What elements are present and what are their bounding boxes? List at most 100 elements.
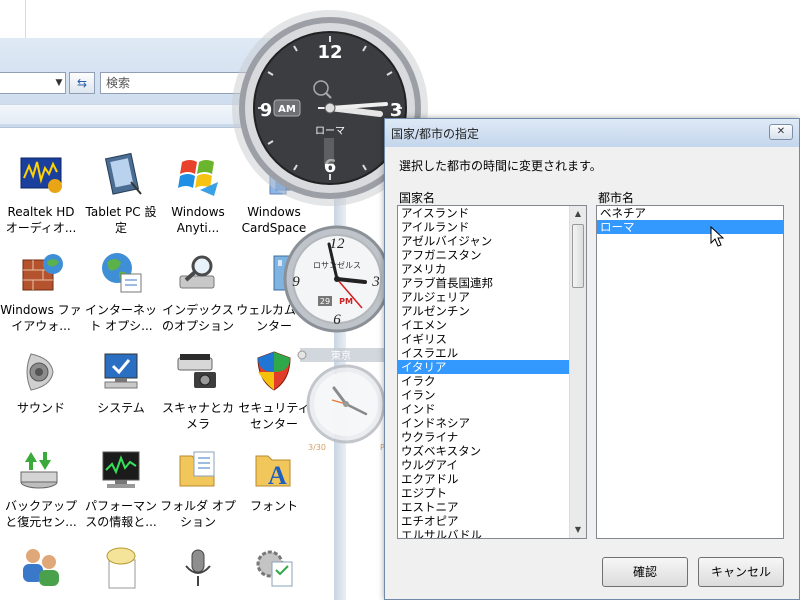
country-item[interactable]: エジプト <box>398 486 586 500</box>
cp-item-label: フォルダ オプション <box>160 499 236 529</box>
scroll-up-icon[interactable]: ▲ <box>570 206 586 222</box>
cp-item-indexing[interactable]: インデックスのオプション <box>157 250 239 334</box>
scrollbar-thumb[interactable] <box>572 224 584 288</box>
country-item[interactable]: イラク <box>398 374 586 388</box>
clock-date: 3/30 <box>308 443 326 452</box>
users-icon <box>17 544 65 590</box>
cp-item-realtek[interactable]: Realtek HD オーディオ... <box>0 152 82 236</box>
cp-item-backup[interactable]: バックアップと復元セン... <box>0 446 82 530</box>
close-icon: ✕ <box>776 126 786 137</box>
cp-item-microphone[interactable] <box>157 544 239 596</box>
internet-options-icon <box>97 250 145 296</box>
clock-numeral: 6 <box>333 312 341 328</box>
dialog-description: 選択した都市の時間に変更されます。 <box>399 159 602 173</box>
close-button[interactable]: ✕ <box>769 124 793 140</box>
cp-item-label: スキャナとカメラ <box>161 401 234 431</box>
security-center-icon <box>250 348 298 394</box>
country-item[interactable]: イエメン <box>398 318 586 332</box>
country-item[interactable]: イスラエル <box>398 346 586 360</box>
cp-item-speech[interactable] <box>80 544 162 596</box>
address-bar[interactable]: ▼ <box>0 72 66 94</box>
country-item[interactable]: アラブ首長国連邦 <box>398 276 586 290</box>
clock-ampm: AM <box>278 104 296 115</box>
address-dropdown-icon[interactable]: ▼ <box>52 73 66 93</box>
country-scrollbar[interactable]: ▲ ▼ <box>569 206 586 538</box>
cp-item-firewall[interactable]: Windows ファイアウォ... <box>0 250 82 334</box>
cp-item-system[interactable]: システム <box>80 348 162 416</box>
realtek-audio-icon <box>17 152 65 198</box>
cp-item-users[interactable] <box>0 544 82 596</box>
country-item[interactable]: イタリア <box>398 360 586 374</box>
country-item[interactable]: ウルグアイ <box>398 458 586 472</box>
clock-numeral: 12 <box>330 236 346 252</box>
city-list-label: 都市名 <box>598 191 635 205</box>
cp-item-label: インターネット オプシ... <box>84 303 157 333</box>
confirm-button[interactable]: 確認 <box>602 557 688 587</box>
programs-icon <box>250 544 298 590</box>
country-item[interactable]: アルジェリア <box>398 290 586 304</box>
clock-city-label: ローマ <box>315 126 345 137</box>
clock-numeral: 9 <box>292 274 300 290</box>
country-item[interactable]: イラン <box>398 388 586 402</box>
city-item[interactable]: ベネチア <box>597 206 783 220</box>
cp-item-label: サウンド <box>16 401 65 415</box>
clock-gadget-tokyo[interactable]: 東京 3/30 PM <box>296 344 396 457</box>
country-item[interactable]: エストニア <box>398 500 586 514</box>
system-icon <box>97 348 145 394</box>
city-listbox[interactable]: ベネチア ローマ <box>596 205 784 539</box>
cp-item-label: Tablet PC 設定 <box>85 205 157 235</box>
country-listbox[interactable]: アイスランド アイルランド アゼルバイジャン アフガニスタン アメリカ アラブ首長国連邦ア… <box>397 205 587 539</box>
cp-item-label: インデックスのオプション <box>161 303 234 333</box>
clock-date: 29 <box>320 297 330 306</box>
cp-item-scanner-camera[interactable]: スキャナとカメラ <box>157 348 239 432</box>
tablet-pc-icon <box>97 152 145 198</box>
country-item[interactable]: ウクライナ <box>398 430 586 444</box>
country-item[interactable]: インド <box>398 402 586 416</box>
svg-text:A: A <box>268 461 287 490</box>
country-item[interactable]: アフガニスタン <box>398 248 586 262</box>
windows-anytime-icon <box>174 152 222 198</box>
dialog-titlebar[interactable]: 国家/都市の指定 ✕ <box>385 119 799 147</box>
cp-item-folder-options[interactable]: フォルダ オプション <box>157 446 239 530</box>
microphone-icon <box>174 544 222 590</box>
clock-city-label: ロサンゼルス <box>313 260 361 270</box>
cancel-button[interactable]: キャンセル <box>698 557 784 587</box>
cp-item-label: システム <box>97 401 145 415</box>
country-item[interactable]: アイルランド <box>398 220 586 234</box>
country-item[interactable]: エクアドル <box>398 472 586 486</box>
background-window-edge <box>0 0 26 42</box>
country-item[interactable]: エルサルバドル <box>398 528 586 538</box>
backup-icon <box>17 446 65 492</box>
country-item[interactable]: アイスランド <box>398 206 586 220</box>
country-item[interactable]: ウズベキスタン <box>398 444 586 458</box>
cp-item-windows-anytime[interactable]: Windows Anyti... <box>157 152 239 236</box>
refresh-button[interactable]: ⇆ <box>69 72 95 94</box>
country-item[interactable]: エチオピア <box>398 514 586 528</box>
scroll-down-icon[interactable]: ▼ <box>570 522 586 538</box>
sound-icon <box>17 348 65 394</box>
country-item[interactable]: アゼルバイジャン <box>398 234 586 248</box>
cp-item-programs[interactable] <box>233 544 315 596</box>
cp-item-sound[interactable]: サウンド <box>0 348 82 416</box>
clock-gadget-los-angeles[interactable]: 12 3 6 9 ロサンゼルス 29 PM <box>282 224 392 337</box>
clock-city-label: 東京 <box>331 349 351 362</box>
cp-item-performance[interactable]: パフォーマンスの情報と... <box>80 446 162 530</box>
folder-options-icon <box>174 446 222 492</box>
refresh-icon: ⇆ <box>76 76 88 90</box>
cp-item-tablet-pc[interactable]: Tablet PC 設定 <box>80 152 162 236</box>
cp-item-internet-options[interactable]: インターネット オプシ... <box>80 250 162 334</box>
country-item[interactable]: インドネシア <box>398 416 586 430</box>
country-items: アイスランド アイルランド アゼルバイジャン アフガニスタン アメリカ アラブ首長国連邦ア… <box>398 206 586 538</box>
cp-item-label: Windows Anyti... <box>171 205 225 235</box>
country-item[interactable]: イギリス <box>398 332 586 346</box>
country-item[interactable]: アメリカ <box>398 262 586 276</box>
clock-numeral: 3 <box>371 274 380 290</box>
clock-ampm: PM <box>339 297 353 306</box>
cp-item-label: Windows ファイアウォ... <box>0 303 82 333</box>
mouse-cursor-icon <box>710 225 725 251</box>
font-icon: A <box>250 446 298 492</box>
clock-numeral: 12 <box>317 42 342 63</box>
city-item[interactable]: ローマ <box>597 220 783 234</box>
clock-numeral: 9 <box>260 100 273 121</box>
country-item[interactable]: アルゼンチン <box>398 304 586 318</box>
